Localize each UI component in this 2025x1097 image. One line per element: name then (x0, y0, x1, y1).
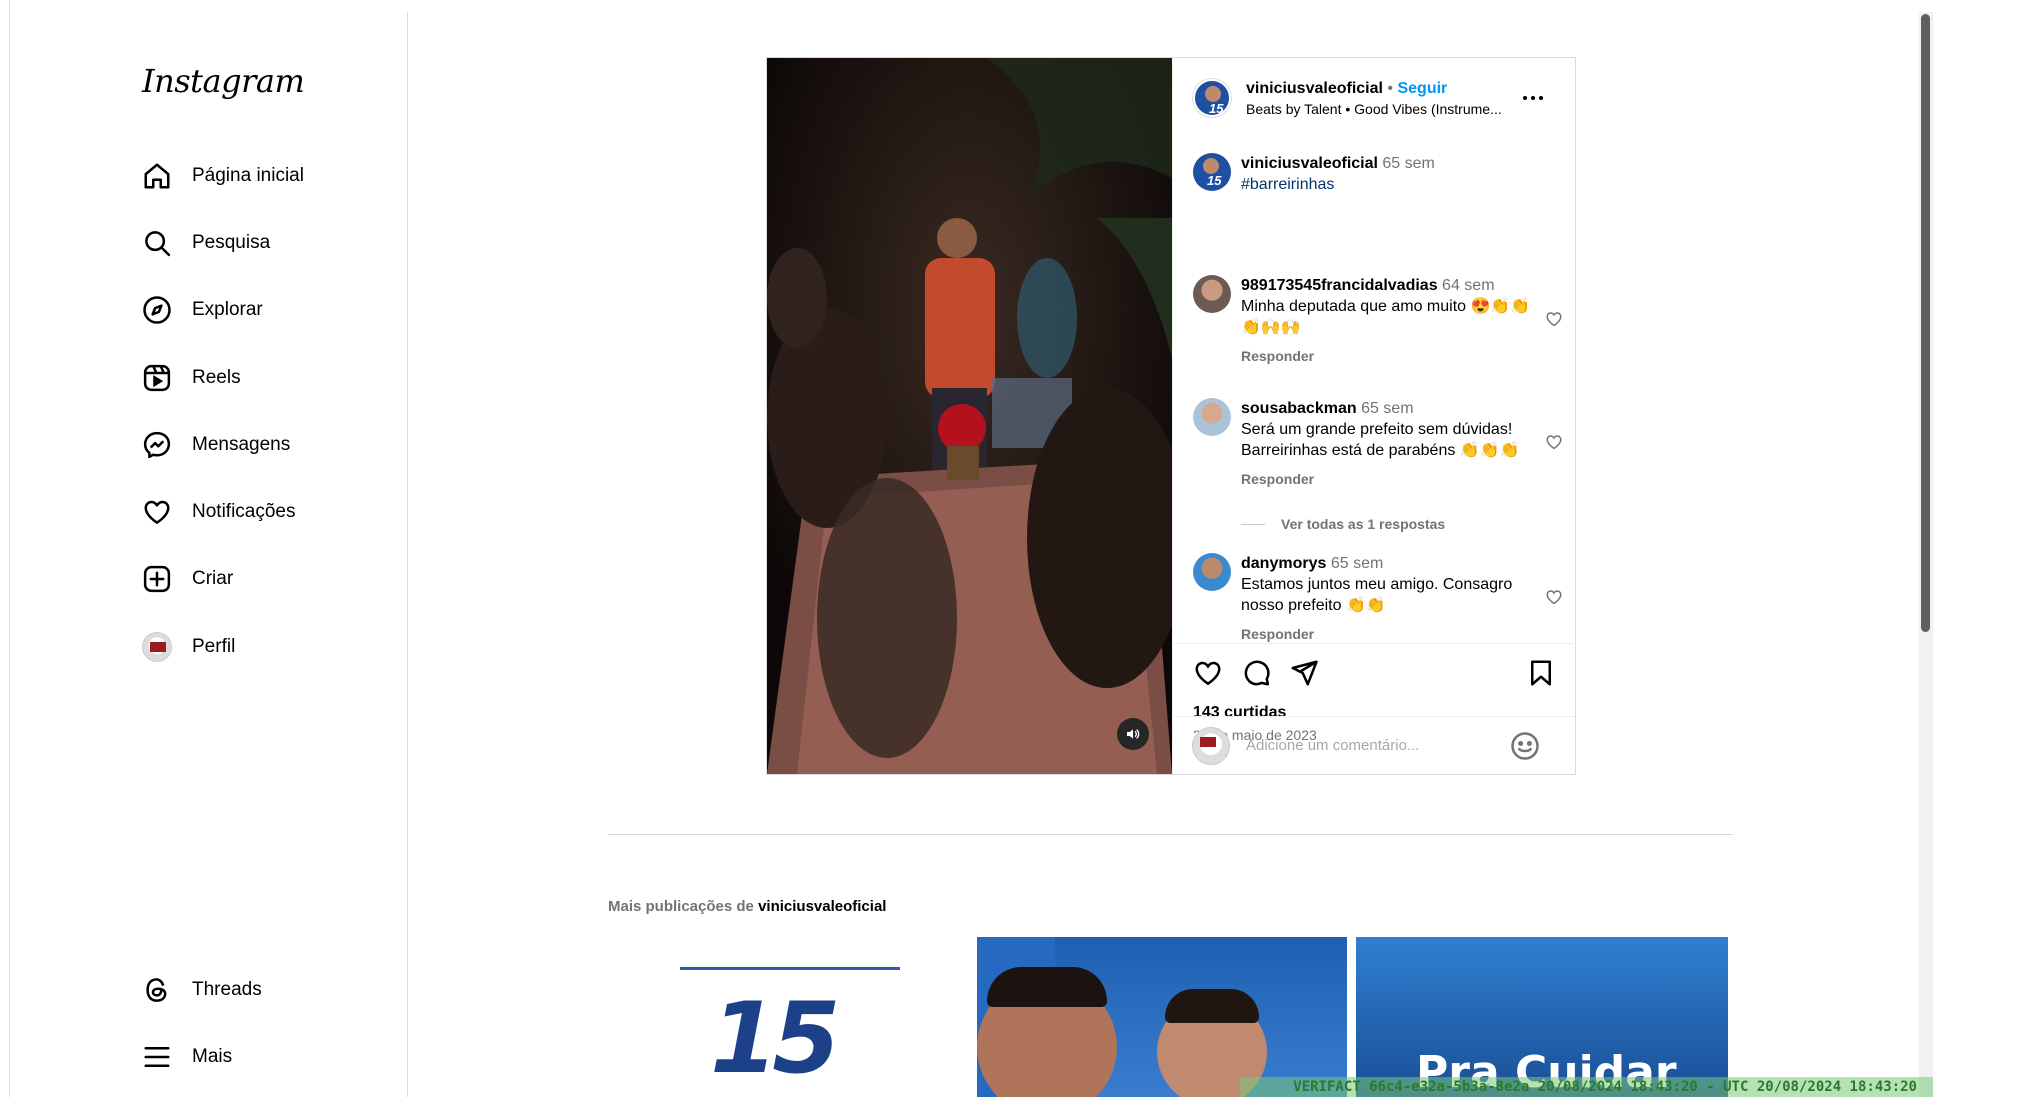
sidebar-item-label: Threads (192, 979, 262, 1000)
caption-hashtag[interactable]: #barreirinhas (1241, 176, 1334, 193)
comment-time[interactable]: 65 sem (1361, 400, 1413, 417)
caption-body: viniciusvaleoficial 65 sem #barreirinhas (1241, 153, 1531, 195)
comment-text: Estamos juntos meu amigo. Consagro nosso… (1241, 576, 1513, 614)
thumbnail-caption-line (680, 967, 900, 970)
more-post-thumbnail[interactable] (977, 937, 1347, 1097)
reels-icon (143, 364, 171, 392)
plus-square-icon (143, 565, 171, 593)
comment-avatar[interactable] (1193, 398, 1231, 436)
sidebar-item-label: Mais (192, 1046, 233, 1067)
sidebar-item-label: Perfil (192, 636, 236, 657)
search-icon (145, 231, 171, 257)
bookmark-icon[interactable] (1526, 658, 1556, 688)
more-posts-prefix: Mais publicações de (608, 898, 759, 915)
like-icon[interactable] (1193, 658, 1223, 688)
more-posts-heading: Mais publicações de viniciusvaleoficial (608, 898, 886, 915)
comment-text: Minha deputada que amo muito 😍👏👏👏🙌🙌 (1241, 298, 1531, 336)
sidebar-item-label: Criar (192, 568, 234, 589)
sidebar-item-more[interactable]: Mais (142, 1033, 232, 1081)
comment-body: danymorys 65 sem Estamos juntos meu amig… (1241, 553, 1531, 643)
home-icon (144, 163, 170, 189)
author-avatar[interactable] (1193, 79, 1231, 117)
like-comment-icon[interactable] (1545, 588, 1563, 606)
reply-button[interactable]: Responder (1241, 469, 1531, 490)
comment-username[interactable]: danymorys (1241, 555, 1326, 572)
comment-time[interactable]: 65 sem (1331, 555, 1383, 572)
comment-body: sousabackman 65 sem Será um grande prefe… (1241, 398, 1531, 490)
follow-button[interactable]: Seguir (1397, 80, 1447, 97)
comment-avatar[interactable] (1193, 275, 1231, 313)
heart-icon (144, 500, 170, 524)
like-comment-icon[interactable] (1545, 310, 1563, 328)
section-divider (608, 834, 1733, 835)
caption-username[interactable]: viniciusvaleoficial (1241, 155, 1378, 172)
post-video[interactable] (767, 58, 1172, 774)
sidebar-item-home[interactable]: Página inicial (142, 152, 304, 200)
sidebar-item-label: Notificações (192, 501, 296, 522)
sidebar-item-label: Página inicial (192, 165, 304, 186)
caption-time[interactable]: 65 sem (1382, 155, 1434, 172)
threads-icon (146, 978, 167, 1002)
sidebar-item-threads[interactable]: Threads (142, 966, 262, 1014)
comment-text: Será um grande prefeito sem dúvidas! Bar… (1241, 421, 1520, 459)
sidebar-item-label: Mensagens (192, 434, 291, 455)
author-info: viniciusvaleoficial • Seguir Beats by Ta… (1246, 80, 1526, 117)
audio-toggle-button[interactable] (1117, 718, 1149, 750)
separator-dot: • (1387, 79, 1394, 97)
caption-avatar[interactable] (1193, 153, 1231, 191)
sidebar: Instagram Página inicial Pesquisa Explor… (10, 12, 408, 1097)
like-comment-icon[interactable] (1545, 433, 1563, 451)
comments-list[interactable]: viniciusvaleoficial 65 sem #barreirinhas… (1173, 138, 1576, 643)
view-replies-link[interactable]: Ver todas as 1 respostas (1241, 516, 1445, 532)
comment-icon[interactable] (1241, 658, 1271, 688)
sidebar-item-reels[interactable]: Reels (142, 354, 241, 402)
more-post-thumbnail[interactable]: Pra Cuidar (1356, 937, 1728, 1097)
author-username[interactable]: viniciusvaleoficial (1246, 80, 1383, 97)
speaker-icon (1127, 729, 1140, 739)
sidebar-item-label: Pesquisa (192, 232, 271, 253)
comment-avatar[interactable] (1193, 553, 1231, 591)
share-icon[interactable] (1289, 658, 1319, 688)
reply-button[interactable]: Responder (1241, 346, 1531, 367)
instagram-logo[interactable]: Instagram (142, 62, 305, 100)
more-posts-username[interactable]: viniciusvaleoficial (758, 898, 886, 915)
watermark-stamp: VERIFACT 66c4-e32a-5b3a-8e2a 20/08/2024 … (1240, 1077, 1933, 1097)
thumbnail-number: 15 (710, 982, 840, 1096)
comment-input[interactable] (1246, 737, 1496, 754)
current-user-avatar (1192, 726, 1230, 765)
comment-time[interactable]: 64 sem (1442, 277, 1494, 294)
post-card: viniciusvaleoficial • Seguir Beats by Ta… (766, 57, 1576, 775)
video-frame (767, 58, 1172, 774)
comment-username[interactable]: sousabackman (1241, 400, 1357, 417)
compass-icon (143, 296, 171, 324)
comment-username[interactable]: 989173545francidalvadias (1241, 277, 1438, 294)
messenger-icon (143, 431, 171, 459)
audio-track-link[interactable]: Beats by Talent • Good Vibes (Instrume..… (1246, 101, 1526, 117)
reply-button[interactable]: Responder (1241, 624, 1531, 643)
sidebar-item-label: Reels (192, 367, 241, 388)
sidebar-item-messages[interactable]: Mensagens (142, 421, 290, 469)
comment-body: 989173545francidalvadias 64 sem Minha de… (1241, 275, 1531, 367)
menu-icon (144, 1047, 170, 1067)
sidebar-item-create[interactable]: Criar (142, 555, 233, 603)
sidebar-item-label: Explorar (192, 299, 263, 320)
sidebar-item-profile[interactable]: Perfil (142, 623, 235, 671)
emoji-icon[interactable] (1510, 731, 1540, 761)
sidebar-item-search[interactable]: Pesquisa (142, 219, 270, 267)
sidebar-item-notifications[interactable]: Notificações (142, 488, 296, 536)
comment-bar (1172, 716, 1575, 774)
view-replies-text: Ver todas as 1 respostas (1281, 516, 1446, 532)
scrollbar-thumb[interactable] (1921, 14, 1930, 632)
sidebar-item-explore[interactable]: Explorar (142, 286, 263, 334)
post-header: viniciusvaleoficial • Seguir Beats by Ta… (1173, 58, 1576, 138)
more-post-thumbnail[interactable]: 15 (608, 937, 968, 1097)
more-options-button[interactable] (1518, 86, 1548, 110)
post-details: viniciusvaleoficial • Seguir Beats by Ta… (1172, 58, 1576, 774)
profile-avatar (142, 632, 172, 662)
